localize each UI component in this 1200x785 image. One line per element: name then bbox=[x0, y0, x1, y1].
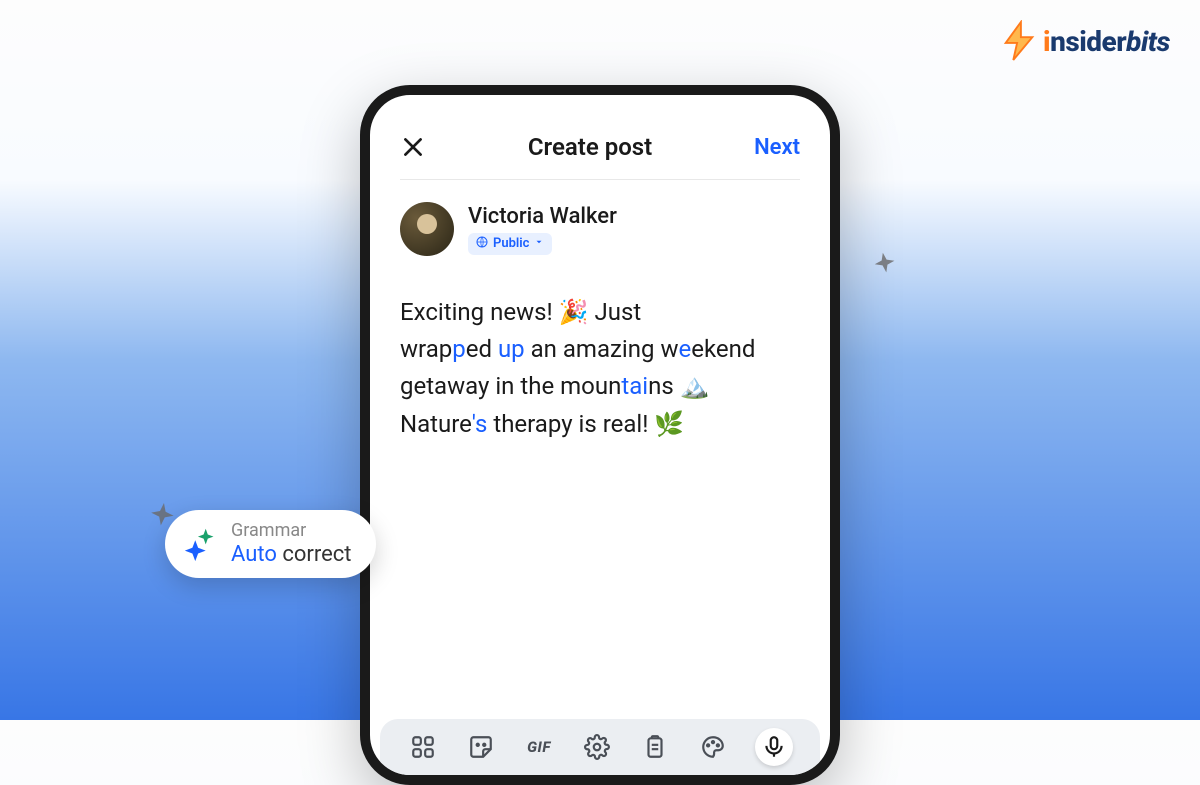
grammar-suggestion-chip[interactable]: Grammar Auto correct bbox=[165, 510, 376, 578]
party-popper-emoji: 🎉 bbox=[559, 294, 589, 331]
sparkle-icon bbox=[868, 248, 903, 283]
post-text-input[interactable]: Exciting news! 🎉 Just wrapped up an amaz… bbox=[400, 294, 800, 443]
settings-icon[interactable] bbox=[581, 731, 613, 763]
close-icon[interactable] bbox=[400, 134, 426, 160]
next-button[interactable]: Next bbox=[754, 135, 800, 160]
gif-button[interactable]: GIF bbox=[523, 731, 555, 763]
mountain-emoji: 🏔️ bbox=[680, 368, 710, 405]
autocorrect-label: Auto correct bbox=[231, 542, 352, 568]
chevron-down-icon bbox=[534, 236, 544, 251]
apps-icon[interactable] bbox=[407, 731, 439, 763]
visibility-selector[interactable]: Public bbox=[468, 233, 552, 255]
phone-frame: Create post Next Victoria Walker Public bbox=[360, 85, 840, 785]
keyboard-toolbar: GIF bbox=[380, 719, 820, 775]
clipboard-icon[interactable] bbox=[639, 731, 671, 763]
author-row: Victoria Walker Public bbox=[400, 202, 800, 256]
herb-emoji: 🌿 bbox=[654, 406, 684, 443]
palette-icon[interactable] bbox=[697, 731, 729, 763]
microphone-icon[interactable] bbox=[755, 728, 793, 766]
globe-icon bbox=[476, 236, 488, 252]
page-title: Create post bbox=[528, 133, 652, 161]
sticker-icon[interactable] bbox=[465, 731, 497, 763]
avatar[interactable] bbox=[400, 202, 454, 256]
brand-logo: insiderbits bbox=[1000, 20, 1170, 62]
grammar-label: Grammar bbox=[231, 520, 352, 542]
ai-sparkle-icon bbox=[181, 525, 219, 563]
bolt-icon bbox=[1000, 20, 1038, 62]
visibility-label: Public bbox=[493, 236, 529, 251]
author-name: Victoria Walker bbox=[468, 204, 617, 229]
brand-text: insiderbits bbox=[1043, 25, 1170, 58]
compose-header: Create post Next bbox=[400, 133, 800, 180]
